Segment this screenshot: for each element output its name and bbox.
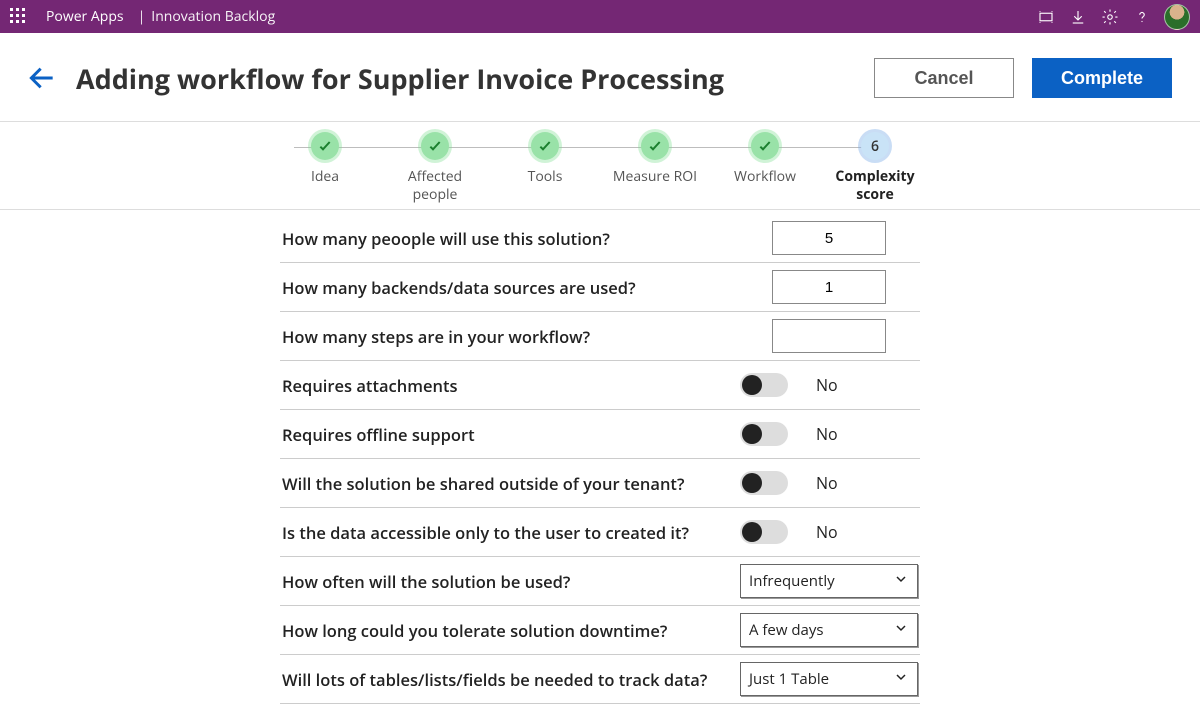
step-measure-roi[interactable]: Measure ROI	[610, 132, 700, 203]
settings-gear-icon[interactable]	[1094, 1, 1126, 33]
step-complexity-score[interactable]: 6 Complexity score	[830, 132, 920, 203]
step-workflow[interactable]: Workflow	[720, 132, 810, 203]
row-downtime-tolerance: How long could you tolerate solution dow…	[280, 606, 920, 655]
question-label: How many steps are in your workflow?	[282, 325, 740, 348]
step-label: Tools	[500, 168, 590, 186]
step-label: Workflow	[720, 168, 810, 186]
step-label: Complexity score	[830, 168, 920, 203]
check-icon	[311, 132, 339, 160]
attachments-toggle[interactable]	[740, 373, 788, 397]
progress-stepper: Idea Affected people Tools Measure ROI W…	[0, 122, 1200, 210]
step-number-badge: 6	[861, 132, 889, 160]
step-tools[interactable]: Tools	[500, 132, 590, 203]
question-label: How often will the solution be used?	[282, 570, 740, 593]
toggle-value-label: No	[816, 423, 856, 445]
question-label: Will the solution be shared outside of y…	[282, 472, 740, 495]
check-icon	[751, 132, 779, 160]
toggle-value-label: No	[816, 374, 856, 396]
user-avatar[interactable]	[1164, 4, 1190, 30]
check-icon	[421, 132, 449, 160]
cancel-button[interactable]: Cancel	[874, 58, 1014, 98]
row-data-access: Is the data accessible only to the user …	[280, 508, 920, 557]
brand-separator: |	[138, 7, 146, 26]
step-label: Affected people	[390, 168, 480, 203]
step-label: Idea	[280, 168, 370, 186]
question-label: Requires attachments	[282, 374, 740, 397]
steps-count-input[interactable]	[772, 319, 886, 353]
toggle-value-label: No	[816, 521, 856, 543]
check-icon	[641, 132, 669, 160]
row-people-count: How many peoople will use this solution?	[280, 214, 920, 263]
complete-button[interactable]: Complete	[1032, 58, 1172, 98]
toggle-value-label: No	[816, 472, 856, 494]
downtime-tolerance-select[interactable]: A few days	[740, 613, 918, 647]
question-label: How many backends/data sources are used?	[282, 276, 740, 299]
question-label: Is the data accessible only to the user …	[282, 521, 740, 544]
step-affected-people[interactable]: Affected people	[390, 132, 480, 203]
row-backends-count: How many backends/data sources are used?	[280, 263, 920, 312]
download-icon[interactable]	[1062, 1, 1094, 33]
offline-toggle[interactable]	[740, 422, 788, 446]
chevron-down-icon	[893, 571, 909, 592]
question-label: How many peoople will use this solution?	[282, 227, 740, 250]
shared-outside-toggle[interactable]	[740, 471, 788, 495]
chevron-down-icon	[893, 669, 909, 690]
data-access-toggle[interactable]	[740, 520, 788, 544]
tables-needed-select[interactable]: Just 1 Table	[740, 662, 918, 696]
app-launcher-icon[interactable]	[10, 8, 28, 26]
select-value: Just 1 Table	[749, 669, 829, 689]
question-label: How long could you tolerate solution dow…	[282, 619, 740, 642]
row-requires-attachments: Requires attachments No	[280, 361, 920, 410]
question-label: Will lots of tables/lists/fields be need…	[282, 668, 740, 691]
step-idea[interactable]: Idea	[280, 132, 370, 203]
back-arrow-icon[interactable]	[22, 58, 62, 98]
people-count-input[interactable]	[772, 221, 886, 255]
step-label: Measure ROI	[610, 168, 700, 186]
backends-count-input[interactable]	[772, 270, 886, 304]
row-steps-count: How many steps are in your workflow?	[280, 312, 920, 361]
row-tables-needed: Will lots of tables/lists/fields be need…	[280, 655, 920, 704]
brand-label: Power Apps	[46, 7, 124, 26]
complexity-form: How many peoople will use this solution?…	[0, 210, 1200, 704]
help-icon[interactable]	[1126, 1, 1158, 33]
row-shared-outside-tenant: Will the solution be shared outside of y…	[280, 459, 920, 508]
page-title: Adding workflow for Supplier Invoice Pro…	[76, 60, 856, 97]
app-name-label: Innovation Backlog	[151, 7, 275, 26]
top-bar: Power Apps | Innovation Backlog	[0, 0, 1200, 33]
chevron-down-icon	[893, 620, 909, 641]
check-icon	[531, 132, 559, 160]
fit-to-screen-icon[interactable]	[1030, 1, 1062, 33]
row-requires-offline: Requires offline support No	[280, 410, 920, 459]
question-label: Requires offline support	[282, 423, 740, 446]
row-usage-frequency: How often will the solution be used? Inf…	[280, 557, 920, 606]
select-value: Infrequently	[749, 571, 835, 591]
usage-frequency-select[interactable]: Infrequently	[740, 564, 918, 598]
page-header: Adding workflow for Supplier Invoice Pro…	[0, 33, 1200, 122]
select-value: A few days	[749, 620, 824, 640]
